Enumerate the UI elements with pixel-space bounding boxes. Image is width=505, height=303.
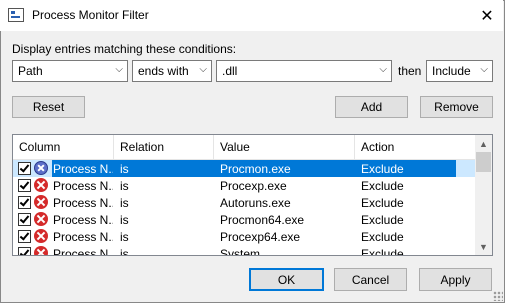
row-checkbox[interactable]: [18, 196, 31, 209]
row-relation: is: [120, 213, 129, 227]
window-title: Process Monitor Filter: [32, 8, 149, 22]
row-action: Exclude: [361, 196, 404, 210]
row-checkbox[interactable]: [18, 179, 31, 192]
row-column: Process N...: [53, 230, 113, 244]
table-row[interactable]: Process N... is System Exclude: [13, 245, 476, 256]
row-value: Procexp64.exe: [220, 230, 301, 244]
row-value: Autoruns.exe: [220, 196, 291, 210]
row-relation: is: [120, 162, 129, 176]
row-checkbox[interactable]: [18, 230, 31, 243]
exclude-icon: [34, 229, 48, 243]
action-dropdown[interactable]: Include ⌵: [426, 60, 493, 82]
row-checkbox[interactable]: [18, 213, 31, 226]
table-row[interactable]: Process N... is Procmon64.exe Exclude: [13, 211, 476, 228]
ok-button[interactable]: OK: [249, 268, 324, 291]
row-action: Exclude: [361, 230, 404, 244]
table-row[interactable]: Process N... is Procexp64.exe Exclude: [13, 228, 476, 245]
exclude-icon: [34, 195, 48, 209]
row-action: Exclude: [361, 213, 404, 227]
row-relation: is: [120, 247, 129, 256]
exclude-icon: [34, 246, 48, 255]
remove-button[interactable]: Remove: [420, 96, 493, 118]
apply-button[interactable]: Apply: [419, 268, 492, 291]
vertical-scrollbar[interactable]: ▲ ▼: [475, 135, 492, 255]
exclude-icon: [34, 161, 48, 175]
table-row[interactable]: Process N... is Autoruns.exe Exclude: [13, 194, 476, 211]
relation-dropdown[interactable]: ends with ⌵: [132, 60, 212, 82]
chevron-down-icon: ⌵: [115, 64, 123, 75]
cancel-button[interactable]: Cancel: [334, 268, 407, 291]
row-value: System: [220, 247, 261, 256]
chevron-down-icon: ⌵: [379, 64, 387, 75]
scroll-down-icon[interactable]: ▼: [475, 238, 492, 255]
then-label: then: [398, 64, 422, 78]
column-dropdown[interactable]: Path ⌵: [12, 60, 128, 82]
exclude-icon: [34, 212, 48, 226]
column-header-action[interactable]: Action: [355, 140, 394, 154]
row-column: Process N...: [53, 196, 113, 210]
row-action: Exclude: [361, 179, 404, 193]
value-combobox-text: .dll: [222, 64, 238, 78]
row-column: Process N...: [53, 247, 113, 256]
resize-grip-icon[interactable]: [493, 291, 503, 301]
scroll-up-icon[interactable]: ▲: [475, 135, 492, 152]
chevron-down-icon: ⌵: [480, 64, 488, 75]
value-combobox[interactable]: .dll ⌵: [216, 60, 392, 82]
column-header-column[interactable]: Column: [13, 140, 60, 154]
column-header-value[interactable]: Value: [214, 140, 250, 154]
row-relation: is: [120, 230, 129, 244]
row-action: Exclude: [361, 162, 404, 176]
row-column: Process N...: [53, 213, 113, 227]
list-header: Column Relation Value Action: [13, 135, 476, 160]
row-column: Process N...: [53, 179, 113, 193]
close-icon[interactable]: ✕: [471, 0, 503, 31]
scrollbar-thumb[interactable]: [476, 152, 491, 172]
row-relation: is: [120, 196, 129, 210]
row-column: Process N...: [53, 162, 113, 176]
row-checkbox[interactable]: [18, 162, 31, 175]
row-action: Exclude: [361, 247, 404, 256]
app-icon: [8, 8, 24, 22]
row-value: Procmon.exe: [220, 162, 291, 176]
reset-button[interactable]: Reset: [12, 96, 85, 118]
table-row[interactable]: Process N... is Procmon.exe Exclude: [13, 160, 476, 177]
column-dropdown-value: Path: [18, 64, 43, 78]
table-row[interactable]: Process N... is Procexp.exe Exclude: [13, 177, 476, 194]
row-value: Procmon64.exe: [220, 213, 305, 227]
add-button[interactable]: Add: [335, 96, 408, 118]
title-bar: Process Monitor Filter ✕: [0, 0, 503, 31]
row-checkbox[interactable]: [18, 247, 31, 255]
chevron-down-icon: ⌵: [199, 64, 207, 75]
filter-list[interactable]: Column Relation Value Action Process N..…: [12, 134, 493, 256]
column-header-relation[interactable]: Relation: [114, 140, 164, 154]
relation-dropdown-value: ends with: [138, 64, 189, 78]
conditions-label: Display entries matching these condition…: [12, 42, 237, 56]
action-dropdown-value: Include: [432, 64, 471, 78]
row-value: Procexp.exe: [220, 179, 287, 193]
row-relation: is: [120, 179, 129, 193]
exclude-icon: [34, 178, 48, 192]
